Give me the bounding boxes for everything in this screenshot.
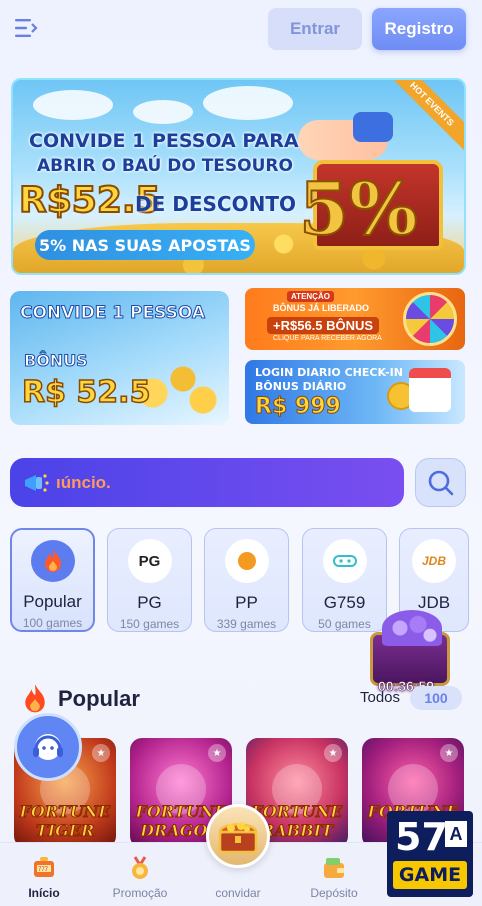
category-pp[interactable]: PP 339 games: [204, 528, 289, 632]
popular-header: Popular: [20, 682, 140, 716]
fire-icon: [25, 684, 45, 713]
pp-logo-icon: [224, 539, 269, 583]
section-title: Popular: [58, 686, 140, 711]
nav-deposit[interactable]: Depósito: [294, 855, 374, 900]
category-name: G759: [323, 593, 366, 612]
category-pg[interactable]: PG PG 150 games: [107, 528, 192, 632]
fire-icon: [30, 540, 75, 582]
wallet-icon: [324, 858, 344, 878]
bonus-released-card[interactable]: ATENÇÃO BÔNUS JÁ LIBERADO +R$56.5 BÔNUS …: [245, 288, 465, 350]
announcement-bar[interactable]: ıúncio.: [10, 458, 404, 507]
invite-amount: R$ 52.5: [21, 374, 151, 411]
category-name: Popular: [23, 592, 82, 611]
bonus-cta: CLIQUE PARA RECEBER AGORA: [273, 335, 382, 342]
bonus-released-text: BÔNUS JÁ LIBERADO: [273, 303, 370, 313]
medal-icon: [132, 856, 148, 879]
checkin-subtitle: BÔNUS DIÁRIO: [255, 380, 347, 393]
checkin-amount: R$ 999: [255, 394, 342, 420]
menu-icon[interactable]: [14, 17, 38, 39]
banner-pill: 5% NAS SUAS APOSTAS: [35, 230, 255, 260]
jdb-logo-icon: JDB: [412, 539, 456, 583]
headset-icon: [33, 734, 63, 760]
floating-treasure-chest[interactable]: 00:36:59: [362, 606, 460, 696]
nav-label: Início: [28, 886, 60, 900]
favorite-star-icon[interactable]: ★: [92, 744, 110, 762]
category-count: 339 games: [216, 617, 277, 631]
invite-center-button[interactable]: [206, 804, 270, 868]
megaphone-icon: [25, 473, 49, 492]
category-count: 150 games: [119, 617, 180, 631]
hero-banner[interactable]: 5% CONVIDE 1 PESSOA PARA ABRIR O BAÚ DO …: [11, 78, 466, 275]
invite-promo-card[interactable]: CONVIDE 1 PESSOA BÔNUS R$ 52.5: [10, 291, 229, 425]
category-popular[interactable]: Popular 100 games: [10, 528, 95, 632]
nav-home[interactable]: 777 Início: [4, 855, 84, 900]
svg-text:777: 777: [38, 867, 49, 873]
slot-machine-icon: 777: [34, 857, 54, 877]
nav-promotion[interactable]: Promoção: [100, 855, 180, 900]
category-name: PP: [235, 593, 258, 612]
favorite-star-icon[interactable]: ★: [324, 744, 342, 762]
invite-bonus-label: BÔNUS: [24, 351, 89, 371]
banner-discount: DE DESCONTO: [135, 192, 296, 216]
calendar-icon: [409, 368, 451, 412]
search-icon: [428, 470, 453, 495]
logo-word: GAME: [393, 861, 467, 889]
logo-number: 57: [395, 815, 448, 859]
daily-checkin-card[interactable]: LOGIN DIARIO CHECK-IN BÔNUS DIÁRIO R$ 99…: [245, 360, 465, 424]
nav-label: convidar: [215, 886, 261, 900]
gems-icon: [382, 610, 442, 646]
checkin-title: LOGIN DIARIO CHECK-IN: [255, 366, 403, 379]
category-name: PG: [137, 593, 162, 612]
banner-line1: CONVIDE 1 PESSOA PARA: [29, 130, 299, 152]
nav-label: Depósito: [310, 886, 358, 900]
favorite-star-icon[interactable]: ★: [208, 744, 226, 762]
pg-logo-icon: PG: [127, 539, 172, 583]
support-button[interactable]: [14, 713, 82, 781]
prize-wheel-icon: [403, 292, 457, 346]
banner-line2: ABRIR O BAÚ DO TESOURO: [37, 156, 293, 176]
login-button[interactable]: Entrar: [268, 8, 362, 50]
announcement-text: ıúncio.: [56, 472, 111, 492]
top-header: Entrar Registro: [0, 0, 482, 60]
favorite-star-icon[interactable]: ★: [440, 744, 458, 762]
brand-logo: 57 A GAME: [387, 811, 473, 897]
register-button[interactable]: Registro: [372, 8, 466, 50]
nav-label: Promoção: [112, 886, 168, 900]
search-button[interactable]: [415, 458, 466, 507]
attention-tag: ATENÇÃO: [287, 291, 334, 302]
banner-percent: 5%: [298, 165, 419, 252]
treasure-chest-icon: [218, 822, 258, 854]
g759-logo-icon: [322, 539, 367, 583]
sleeve-icon: [353, 112, 393, 142]
bonus-amount: +R$56.5 BÔNUS: [267, 317, 380, 334]
logo-letter: A: [445, 821, 467, 847]
view-all-link[interactable]: Todos: [360, 689, 400, 706]
game-title: FORTUNE TIGER: [19, 802, 111, 841]
hot-events-ribbon: HOT EVENTS: [382, 80, 464, 154]
invite-title: CONVIDE 1 PESSOA: [20, 303, 206, 324]
view-all-count[interactable]: 100: [410, 686, 462, 710]
category-count: 100 games: [22, 616, 83, 630]
